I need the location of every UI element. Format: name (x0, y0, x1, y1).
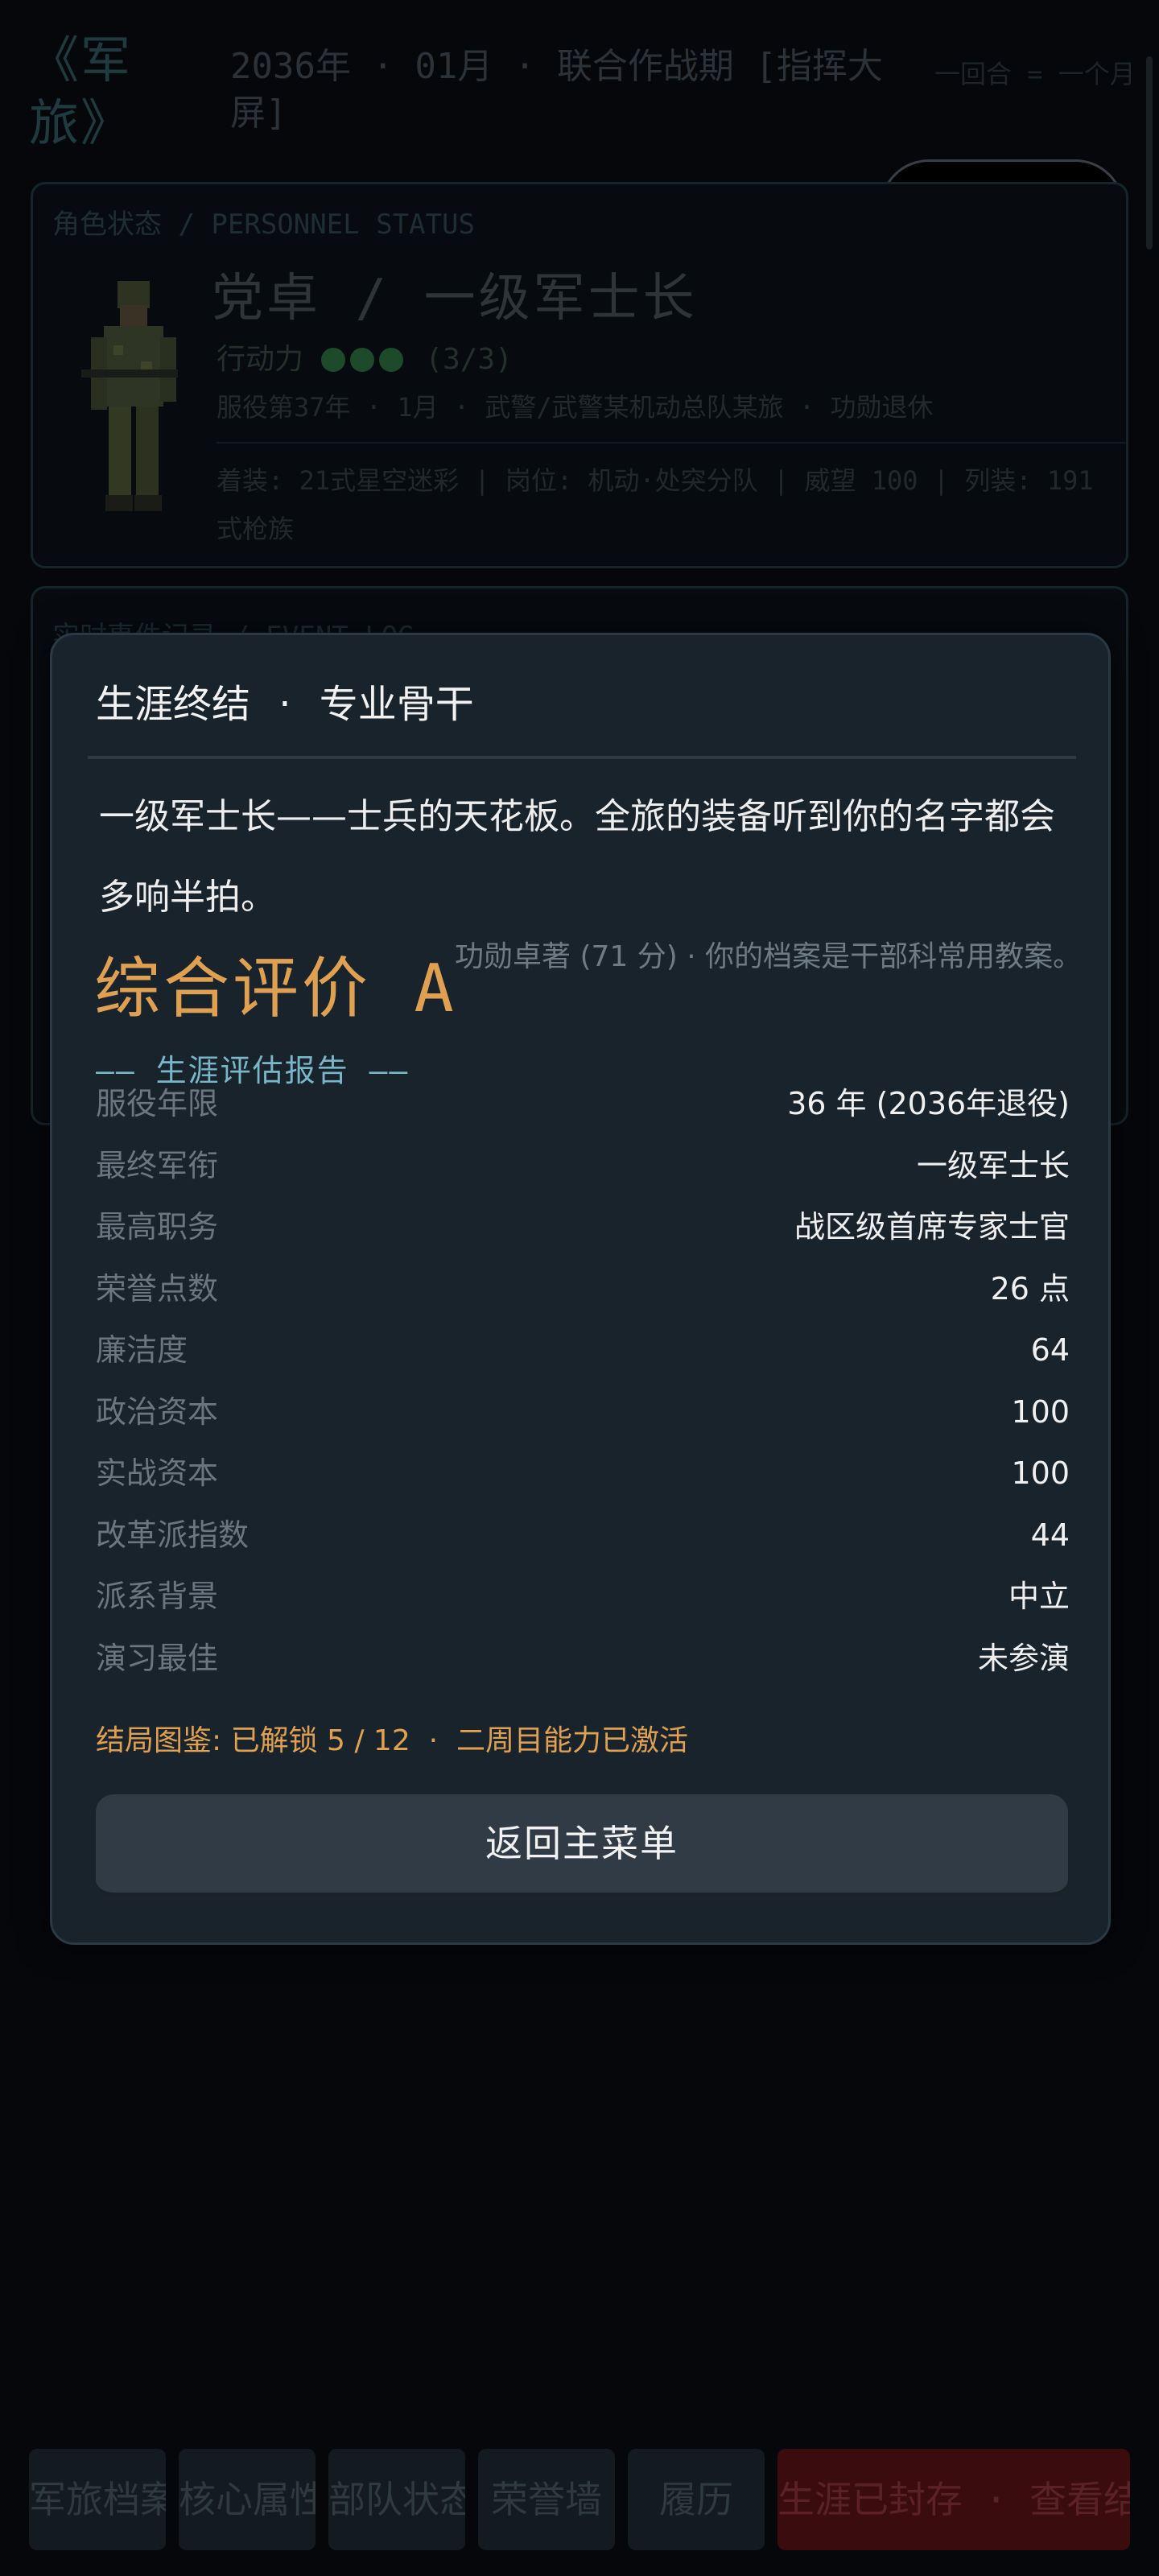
stat-row: 政治资本 100 (96, 1381, 1070, 1443)
stat-label: 实战资本 (96, 1455, 219, 1491)
personnel-status-card: 角色状态 / PERSONNEL STATUS 党卓 / 一级军士长 行动力 (… (31, 182, 1128, 568)
career-stats: 服役年限 36 年 (2036年退役) 最终军衔 一级军士长 最高职务 战区级首席专家… (96, 1073, 1070, 1689)
stat-row: 服役年限 36 年 (2036年退役) (96, 1073, 1070, 1135)
stat-label: 演习最佳 (96, 1640, 219, 1676)
stat-label: 荣誉点数 (96, 1270, 219, 1307)
stat-row: 实战资本 100 (96, 1443, 1070, 1505)
action-points: 行动力 (3/3) (217, 336, 513, 378)
stat-row: 最高职务 战区级首席专家士官 (96, 1196, 1070, 1258)
nav-archive[interactable]: 军旅档案 (29, 2449, 166, 2550)
stat-label: 服役年限 (96, 1086, 219, 1121)
stat-value: 战区级首席专家士官 (794, 1209, 1070, 1245)
character-name-rank: 党卓 / 一级军士长 (212, 269, 698, 328)
career-end-modal: 生涯终结 · 专业骨干 一级军士长——士兵的天花板。全旅的装备听到你的名字都会多… (50, 633, 1111, 1945)
equipment-summary: 着装: 21式星空迷彩 | 岗位: 机动·处突分队 | 威望 100 | 列装:… (217, 465, 1094, 544)
stat-row: 派系背景 中立 (96, 1566, 1070, 1628)
action-point-pip (349, 348, 374, 372)
modal-title: 生涯终结 · 专业骨干 (96, 682, 474, 727)
nav-unit-status[interactable]: 部队状态 (328, 2449, 465, 2550)
action-point-pip (320, 348, 345, 372)
grade-note: 功勋卓著 (71 分) · 你的档案是干部科常用教案。 (455, 940, 1083, 973)
stat-label: 最高职务 (96, 1209, 219, 1245)
stat-row: 荣誉点数 26 点 (96, 1258, 1070, 1320)
turn-note: 一回合 = 一个月 (934, 59, 1136, 89)
stat-value: 100 (1011, 1455, 1070, 1491)
action-point-pip (378, 348, 403, 372)
ending-collection-status: 结局图鉴: 已解锁 5 / 12 · 二周目能力已激活 (96, 1724, 688, 1757)
nav-view-ending[interactable]: 生涯已封存 · 查看结局 (777, 2449, 1130, 2550)
stat-label: 政治资本 (96, 1393, 219, 1430)
stat-value: 一级军士长 (916, 1147, 1070, 1183)
bottom-nav: 军旅档案 核心属性 部队状态 荣誉墙 履历 生涯已封存 · 查看结局 (29, 2449, 1130, 2550)
stat-value: 44 (1030, 1517, 1070, 1553)
soldier-portrait-icon (81, 281, 178, 511)
modal-description: 一级军士长——士兵的天花板。全旅的装备听到你的名字都会多响半拍。 (99, 796, 1055, 918)
status-section-title: 角色状态 / PERSONNEL STATUS (52, 208, 475, 241)
stat-label: 廉洁度 (96, 1332, 188, 1368)
stat-row: 改革派指数 44 (96, 1505, 1070, 1567)
stat-row: 演习最佳 未参演 (96, 1628, 1070, 1690)
nav-resume[interactable]: 履历 (628, 2449, 765, 2550)
modal-divider (88, 756, 1076, 759)
nav-core-attributes[interactable]: 核心属性 (179, 2449, 316, 2550)
date-line: 2036年 · 01月 · 联合作战期 [指挥大屏] (230, 46, 883, 134)
stat-value: 64 (1030, 1332, 1070, 1368)
stat-value: 中立 (1008, 1579, 1070, 1614)
status-divider (217, 442, 1126, 444)
overall-grade: 综合评价 A (94, 951, 457, 1027)
stat-row: 廉洁度 64 (96, 1319, 1070, 1381)
top-bar: 《军旅》 2036年 · 01月 · 联合作战期 [指挥大屏] 一回合 = 一个… (29, 29, 1136, 152)
stat-value: 36 年 (2036年退役) (787, 1086, 1070, 1121)
stat-value: 未参演 (977, 1640, 1070, 1676)
stat-value: 26 点 (990, 1270, 1070, 1307)
action-points-label: 行动力 (217, 343, 304, 376)
stat-label: 派系背景 (96, 1579, 219, 1614)
scrollbar[interactable] (1146, 56, 1153, 250)
stat-label: 改革派指数 (96, 1517, 250, 1553)
game-title: 《军旅》 (29, 31, 133, 152)
return-main-menu-button[interactable]: 返回主菜单 (96, 1794, 1068, 1897)
stat-value: 100 (1011, 1393, 1070, 1430)
service-summary: 服役第37年 · 1月 · 武警/武警某机动总队某旅 · 功勋退休 (217, 392, 934, 423)
nav-honor-wall[interactable]: 荣誉墙 (478, 2449, 615, 2550)
action-points-value: (3/3) (425, 343, 513, 376)
stat-row: 最终军衔 一级军士长 (96, 1135, 1070, 1197)
stat-label: 最终军衔 (96, 1147, 219, 1183)
